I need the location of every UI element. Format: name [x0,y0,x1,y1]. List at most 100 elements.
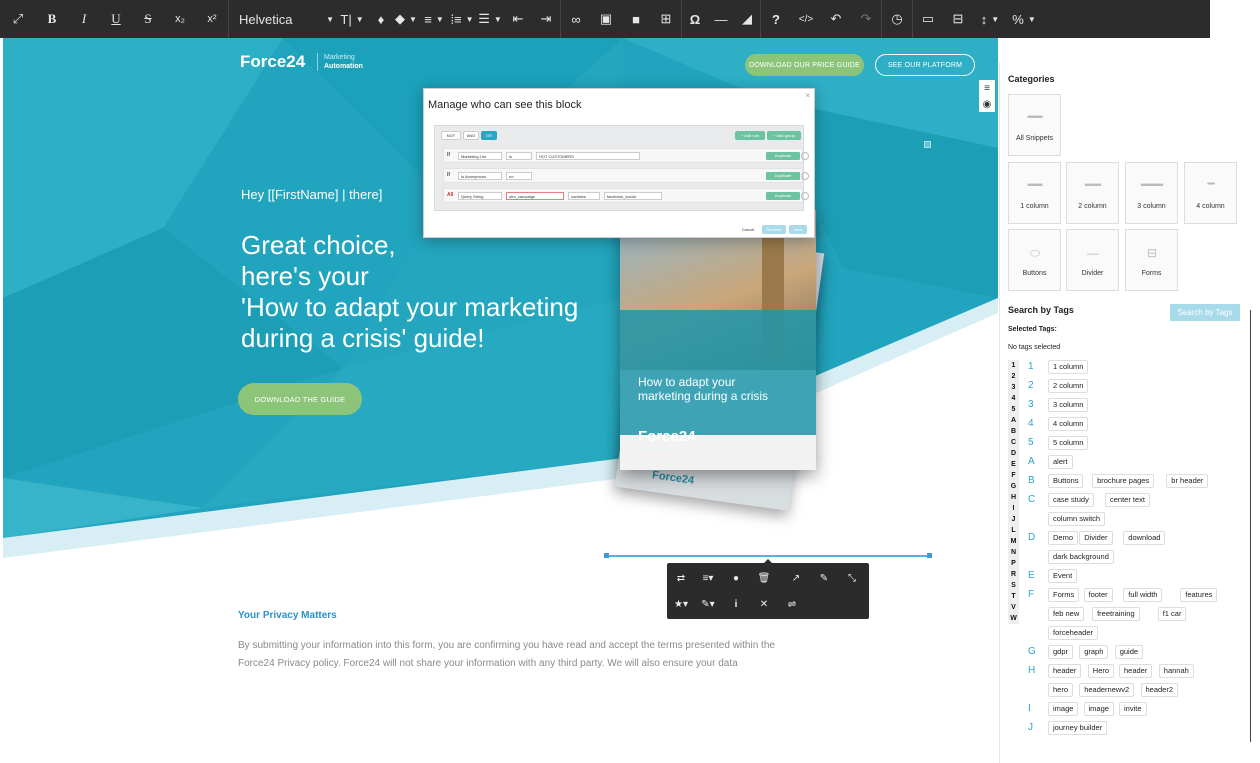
tag-index-letter[interactable]: J [1008,514,1019,525]
tag-chip[interactable]: Buttons [1048,474,1084,488]
rule-operator-select[interactable]: is [506,152,532,160]
fullscreen-icon[interactable]: ✕ [753,594,775,614]
tag-index-letter[interactable]: V [1008,602,1019,613]
close-icon[interactable]: × [805,91,810,100]
tag-index-letter[interactable]: T [1008,591,1019,602]
tag-chip[interactable]: dark background [1048,550,1114,564]
resize-icon[interactable]: ⤡ [841,568,863,588]
tag-chip[interactable]: Demo [1048,531,1079,545]
tag-chip[interactable]: brochure pages [1092,474,1155,488]
remove-rule-icon[interactable] [801,152,809,160]
tag-index-letter[interactable]: R [1008,569,1019,580]
duplicate-button[interactable]: Duplicate [766,152,800,160]
video-icon[interactable]: ■ [621,0,651,38]
tag-chip[interactable]: image [1048,702,1079,716]
star-dropdown-icon[interactable]: ★▾ [670,594,692,614]
unordered-list-button[interactable]: ☰ ▼ [476,0,504,38]
tag-chip[interactable]: 5 column [1048,436,1089,450]
category-3-column[interactable]: ▬▬▬ 3 column [1125,162,1178,224]
form-insert-icon[interactable]: ⊟ [943,0,973,38]
tag-chip[interactable]: 3 column [1048,398,1089,412]
tag-chip[interactable]: Hero [1087,664,1115,678]
clock-icon[interactable]: ◷ [882,0,912,38]
panel-scrollbar[interactable] [1250,310,1251,742]
rule-field-select[interactable]: Is Anonymous [458,172,502,180]
text-size-button[interactable]: T| ▼ [334,0,370,38]
tag-chip[interactable]: headernewv2 [1079,683,1135,697]
fullscreen-icon[interactable]: ⤢ [0,0,36,38]
edit-icon[interactable]: ✎ [813,568,835,588]
tag-index-letter[interactable]: B [1008,426,1019,437]
tag-index-letter[interactable]: H [1008,492,1019,503]
tag-chip[interactable]: graph [1079,645,1109,659]
bold-button[interactable]: B [36,0,68,38]
tag-chip[interactable]: image [1083,702,1114,716]
tag-chip[interactable]: 4 column [1048,417,1089,431]
rule-value-select[interactable]: HOT CUSTOMERS [536,152,640,160]
align-button[interactable]: ≡ ▼ [420,0,448,38]
tag-index-letter[interactable]: 4 [1008,393,1019,404]
fill-color-button[interactable]: ◆ ▼ [392,0,420,38]
remove-button[interactable]: Remove [762,225,786,234]
tag-chip[interactable]: 1 column [1048,360,1089,374]
category-divider[interactable]: — Divider [1066,229,1119,291]
selection-handle[interactable] [927,553,932,558]
tag-chip[interactable]: alert [1048,455,1073,469]
tag-index-letter[interactable]: 3 [1008,382,1019,393]
download-price-guide-button[interactable]: DOWNLOAD OUR PRICE GUIDE [745,54,864,76]
not-toggle[interactable]: NOT [441,131,461,140]
tag-index-letter[interactable]: 1 [1008,360,1019,371]
or-toggle[interactable]: OR [481,131,497,140]
tag-chip[interactable]: forceheader [1048,626,1099,640]
tag-index-letter[interactable]: C [1008,437,1019,448]
tag-index-letter[interactable]: N [1008,547,1019,558]
category-buttons[interactable]: ⬭ Buttons [1008,229,1061,291]
tag-index-letter[interactable]: I [1008,503,1019,514]
menu-icon[interactable]: ≡ [979,80,995,96]
swap-icon[interactable]: ⇄ [670,568,692,588]
tag-index-letter[interactable]: A [1008,415,1019,426]
horizontal-line-icon[interactable]: — [708,0,734,38]
tag-chip[interactable]: gdpr [1048,645,1074,659]
tag-index-letter[interactable]: P [1008,558,1019,569]
tag-chip[interactable]: 2 column [1048,379,1089,393]
link-icon[interactable]: ∞ [561,0,591,38]
rule-operator-select[interactable]: no [506,172,532,180]
undo-icon[interactable]: ↶ [821,0,851,38]
tag-chip[interactable]: freetraining [1092,607,1140,621]
tag-index-letter[interactable]: E [1008,459,1019,470]
tag-index-letter[interactable]: M [1008,536,1019,547]
tag-chip[interactable]: footer [1083,588,1113,602]
subscript-button[interactable]: x₂ [164,0,196,38]
eraser-icon[interactable]: ◢ [734,0,760,38]
category-4-column[interactable]: ▪▪▪▪ 4 column [1184,162,1237,224]
tag-index-letter[interactable]: 5 [1008,404,1019,415]
tag-chip[interactable]: features [1180,588,1218,602]
resize-handle[interactable] [924,141,931,148]
tag-index-letter[interactable]: W [1008,613,1019,624]
tag-chip[interactable]: journey builder [1048,721,1108,735]
add-group-button[interactable]: + Add group [767,131,801,140]
tag-chip[interactable]: hannah [1158,664,1194,678]
tag-chip[interactable]: Forms [1048,588,1080,602]
indent-icon[interactable]: ⇥ [532,0,560,38]
tag-chip[interactable]: download [1123,531,1166,545]
category-2-column[interactable]: ▬ ▬ 2 column [1066,162,1119,224]
category-forms[interactable]: ⊟ Forms [1125,229,1178,291]
tag-chip[interactable]: feb new [1048,607,1085,621]
tag-chip[interactable]: header2 [1140,683,1179,697]
tag-chip[interactable]: f1 car [1157,607,1187,621]
table-icon[interactable]: ⊞ [651,0,681,38]
rule-field-select[interactable]: Query String [458,192,502,200]
tag-chip[interactable]: header [1119,664,1153,678]
tag-index-letter[interactable]: L [1008,525,1019,536]
spacing-button[interactable]: ↕ ▼ [973,0,1007,38]
selection-handle[interactable] [604,553,609,558]
underline-button[interactable]: U [100,0,132,38]
download-guide-button[interactable]: DOWNLOAD THE GUIDE [238,383,362,415]
tag-chip[interactable]: invite [1119,702,1147,716]
tag-chip[interactable]: br header [1166,474,1209,488]
duplicate-button[interactable]: Duplicate [766,172,800,180]
font-family-select[interactable]: Helvetica ▼ [229,0,334,38]
tag-chip[interactable]: full width [1123,588,1163,602]
